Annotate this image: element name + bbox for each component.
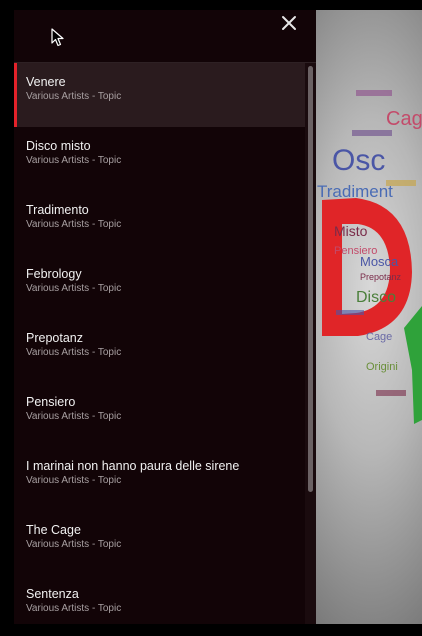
playlist-item-artist: Various Artists - Topic <box>26 91 122 102</box>
playlist-panel: Venere Various Artists - Topic Disco mis… <box>14 63 305 624</box>
now-playing-indicator <box>14 63 17 127</box>
playlist-item[interactable]: Pensiero Various Artists - Topic <box>14 383 305 447</box>
playlist-item-title: Disco misto <box>26 139 91 153</box>
close-button[interactable] <box>278 12 300 34</box>
word-cloud-cage: Cage <box>366 331 392 343</box>
word-cloud-block-2 <box>352 130 392 136</box>
word-cloud-prepotanz: Prepotanz <box>360 272 402 282</box>
word-cloud-cag: Cag <box>386 108 422 130</box>
playlist-item[interactable]: I marinai non hanno paura delle sirene V… <box>14 447 305 511</box>
playlist-item-artist: Various Artists - Topic <box>26 219 122 230</box>
word-cloud-tradiment: Tradiment <box>317 182 393 201</box>
playlist-item-title: Venere <box>26 75 66 89</box>
playlist-item-title: I marinai non hanno paura delle sirene <box>26 459 240 473</box>
word-cloud-disco: Disco <box>356 289 396 306</box>
word-cloud-misto: Misto <box>334 223 368 239</box>
playlist-item-title: The Cage <box>26 523 81 537</box>
playlist-item-title: Febrology <box>26 267 82 281</box>
scrollbar-thumb[interactable] <box>308 66 313 492</box>
playlist-item[interactable]: Prepotanz Various Artists - Topic <box>14 319 305 383</box>
playlist-item-artist: Various Artists - Topic <box>26 475 122 486</box>
word-cloud-mosca: Mosca <box>360 254 399 269</box>
album-art-word-cloud: Osc Tradiment Cag Misto Pensiero Mosca D… <box>317 90 422 424</box>
playlist-item[interactable]: Sentenza Various Artists - Topic <box>14 575 305 624</box>
playlist-item-artist: Various Artists - Topic <box>26 603 122 614</box>
album-art-letter-m <box>404 306 422 424</box>
playlist-overlay-frame: Osc Tradiment Cag Misto Pensiero Mosca D… <box>0 0 422 636</box>
playlist-item-title: Sentenza <box>26 587 79 601</box>
playlist-scrollbar[interactable] <box>305 63 316 624</box>
playlist-item-title: Prepotanz <box>26 331 83 345</box>
playlist-item-title: Tradimento <box>26 203 89 217</box>
word-cloud-block-3 <box>386 180 416 186</box>
playlist-item-artist: Various Artists - Topic <box>26 347 122 358</box>
playlist-item-artist: Various Artists - Topic <box>26 411 122 422</box>
word-cloud-block-5 <box>376 390 406 396</box>
bottom-bar <box>0 624 422 636</box>
word-cloud-origini: Origini <box>366 361 398 373</box>
word-cloud-osc: Osc <box>332 144 385 177</box>
playlist-item-title: Pensiero <box>26 395 76 409</box>
word-cloud-block-4 <box>336 310 364 315</box>
playlist-item-artist: Various Artists - Topic <box>26 539 122 550</box>
word-cloud-block-1 <box>356 90 392 96</box>
close-icon <box>282 16 296 30</box>
playlist-item[interactable]: Venere Various Artists - Topic <box>14 63 305 127</box>
playlist-item[interactable]: Febrology Various Artists - Topic <box>14 255 305 319</box>
playlist-item-artist: Various Artists - Topic <box>26 283 122 294</box>
playlist-item[interactable]: Tradimento Various Artists - Topic <box>14 191 305 255</box>
playlist-item[interactable]: Disco misto Various Artists - Topic <box>14 127 305 191</box>
mouse-cursor-icon <box>51 28 65 48</box>
playlist-item-artist: Various Artists - Topic <box>26 155 122 166</box>
playlist-item[interactable]: The Cage Various Artists - Topic <box>14 511 305 575</box>
